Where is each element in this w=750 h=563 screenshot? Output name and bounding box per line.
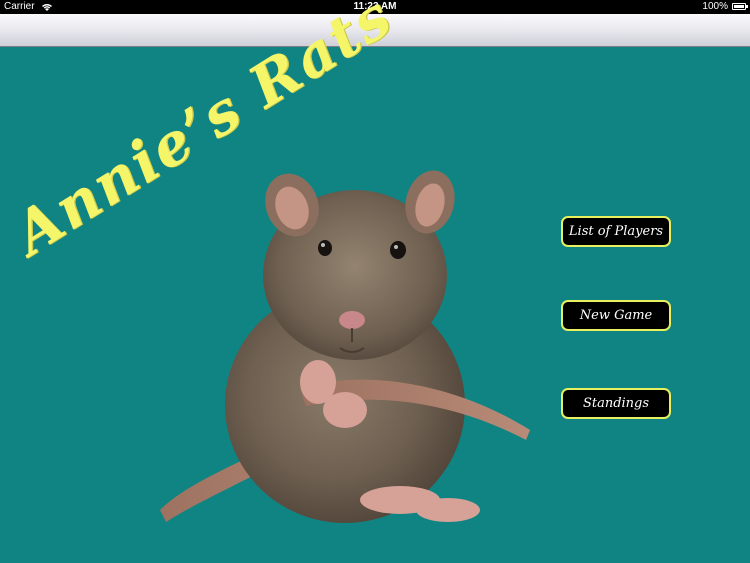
battery-icon: [732, 3, 748, 10]
list-of-players-button[interactable]: List of Players: [561, 216, 671, 247]
rat-image: [160, 170, 530, 523]
battery-percent: 100%: [702, 1, 728, 12]
new-game-button[interactable]: New Game: [561, 300, 671, 331]
standings-button[interactable]: Standings: [561, 388, 671, 419]
